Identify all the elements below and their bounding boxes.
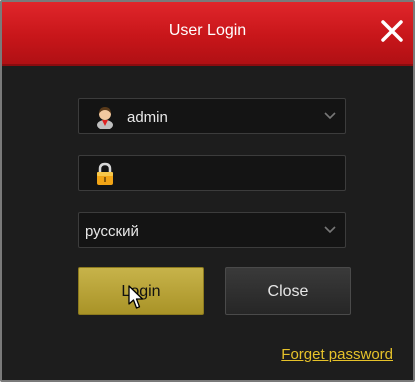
login-button[interactable]: Login [78, 267, 204, 315]
forget-password-link[interactable]: Forget password [281, 346, 393, 363]
username-select[interactable]: admin [78, 98, 346, 134]
lock-icon [97, 162, 113, 185]
password-input[interactable] [78, 155, 346, 191]
chevron-down-icon [324, 226, 336, 234]
login-dialog: User Login admin русский Login Close For… [0, 0, 415, 382]
chevron-down-icon [324, 112, 336, 120]
username-value: admin [127, 109, 168, 126]
title-bar: User Login [2, 2, 413, 66]
close-button[interactable]: Close [225, 267, 351, 315]
language-value: русский [85, 223, 139, 240]
close-icon[interactable] [377, 16, 407, 46]
user-avatar-icon [97, 107, 113, 129]
language-select[interactable]: русский [78, 212, 346, 248]
dialog-title: User Login [168, 22, 247, 39]
